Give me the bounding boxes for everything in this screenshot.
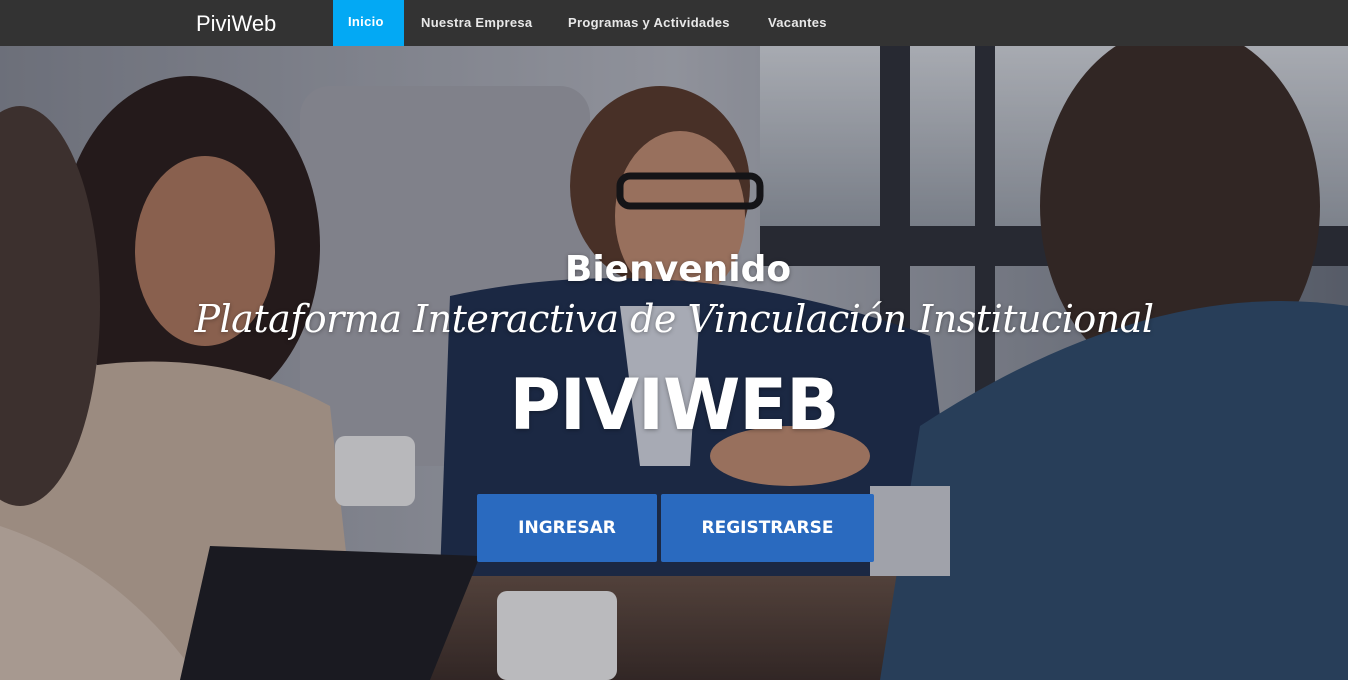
hero-subtitle: Plataforma Interactiva de Vinculación In…	[194, 297, 1154, 341]
nav-item-nuestra-empresa[interactable]: Nuestra Empresa	[421, 0, 532, 46]
register-button[interactable]: REGISTRARSE	[661, 494, 874, 562]
hero-title: PIVIWEB	[509, 364, 840, 446]
nav-item-vacantes[interactable]: Vacantes	[768, 0, 827, 46]
welcome-heading: Bienvenido	[564, 249, 792, 290]
nav-item-programas-actividades[interactable]: Programas y Actividades	[568, 0, 730, 46]
brand-logo[interactable]: PiviWeb	[196, 11, 276, 37]
hero-overlay	[0, 46, 1348, 680]
top-navbar: PiviWeb Inicio Nuestra Empresa Programas…	[0, 0, 1348, 46]
login-button[interactable]: INGRESAR	[477, 494, 657, 562]
hero-section: Bienvenido Plataforma Interactiva de Vin…	[0, 46, 1348, 680]
nav-item-inicio[interactable]: Inicio	[333, 0, 404, 46]
